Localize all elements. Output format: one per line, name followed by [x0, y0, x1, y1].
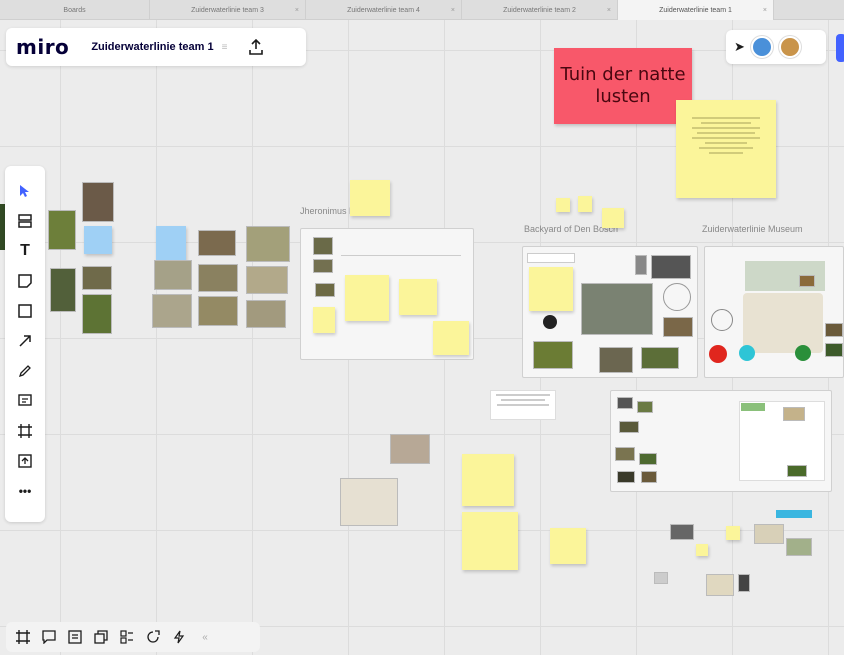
map-thumbnail[interactable]	[340, 478, 398, 526]
image-thumbnail[interactable]	[82, 266, 112, 290]
board-menu-icon[interactable]: ≡	[222, 42, 228, 53]
comments-icon[interactable]	[40, 628, 58, 646]
board-title[interactable]: Zuiderwaterlinie team 1	[91, 41, 213, 53]
image-thumbnail[interactable]	[154, 260, 192, 290]
sticky-note-yellow[interactable]	[556, 198, 570, 212]
image-thumbnail[interactable]	[786, 538, 812, 556]
templates-tool-icon[interactable]	[11, 206, 39, 236]
sticky-note-yellow[interactable]	[578, 196, 592, 212]
sticky-note-blue[interactable]	[156, 226, 186, 262]
sticky-note-tool-icon[interactable]	[11, 266, 39, 296]
more-tools-icon[interactable]: •••	[11, 476, 39, 506]
shape-tool-icon[interactable]	[11, 296, 39, 326]
activity-icon[interactable]	[170, 628, 188, 646]
frame-collage[interactable]	[610, 390, 832, 492]
sticky-note-yellow[interactable]	[602, 208, 624, 228]
avatar[interactable]	[778, 36, 801, 58]
text-block[interactable]	[490, 390, 556, 420]
close-tab-icon[interactable]: ×	[295, 7, 299, 14]
image-thumbnail[interactable]	[198, 230, 236, 256]
board-canvas[interactable]: Tuin der natte lusten Jheronimus Bosch B…	[0, 20, 844, 655]
image-thumbnail[interactable]	[246, 300, 286, 328]
tab-boards[interactable]: Boards	[0, 0, 150, 20]
sticky-note-yellow[interactable]	[350, 180, 390, 216]
colored-bar	[776, 510, 812, 518]
sticky-note-blue[interactable]	[84, 226, 112, 254]
pen-tool-icon[interactable]	[11, 356, 39, 386]
frame-jheronimus-bosch[interactable]	[300, 228, 474, 360]
image-thumbnail[interactable]	[246, 226, 290, 262]
image-thumbnail[interactable]	[198, 296, 238, 326]
collapse-icon[interactable]: «	[196, 628, 214, 646]
tab-team-4[interactable]: Zuiderwaterlinie team 4 ×	[306, 0, 462, 20]
left-toolbar: T •••	[5, 166, 45, 522]
image-thumbnail[interactable]	[706, 574, 734, 596]
comment-tool-icon[interactable]	[11, 386, 39, 416]
select-tool-icon[interactable]	[11, 176, 39, 206]
tab-team-1[interactable]: Zuiderwaterlinie team 1 ×	[618, 0, 774, 20]
connection-line-tool-icon[interactable]	[11, 326, 39, 356]
miro-logo[interactable]: miro	[16, 35, 69, 59]
image-thumbnail[interactable]	[48, 210, 76, 250]
frame-tool-icon[interactable]	[11, 416, 39, 446]
sticky-note-yellow[interactable]	[726, 526, 740, 540]
image-thumbnail[interactable]	[246, 266, 288, 294]
tab-team-2[interactable]: Zuiderwaterlinie team 2 ×	[462, 0, 618, 20]
image-thumbnail[interactable]	[152, 294, 192, 328]
frame-label[interactable]: Zuiderwaterlinie Museum	[702, 224, 803, 234]
browser-tab-bar: Boards Zuiderwaterlinie team 3 × Zuiderwa…	[0, 0, 844, 20]
upload-tool-icon[interactable]	[11, 446, 39, 476]
cursor-arrow-icon[interactable]: ➤	[734, 39, 745, 55]
collaborators-bar: ➤	[726, 30, 826, 64]
frame-backyard-den-bosch[interactable]	[522, 246, 698, 378]
sticky-note-yellow[interactable]	[676, 100, 776, 198]
image-thumbnail[interactable]	[654, 572, 668, 584]
image-thumbnail[interactable]	[754, 524, 784, 544]
sticky-note-title[interactable]: Tuin der natte lusten	[554, 48, 692, 124]
share-screen-icon[interactable]	[144, 628, 162, 646]
frames-icon[interactable]	[14, 628, 32, 646]
image-thumbnail[interactable]	[50, 268, 76, 312]
cards-icon[interactable]	[92, 628, 110, 646]
image-thumbnail[interactable]	[738, 574, 750, 592]
kanban-icon[interactable]	[118, 628, 136, 646]
image-thumbnail[interactable]	[198, 264, 238, 292]
close-tab-icon[interactable]: ×	[763, 7, 767, 14]
sticky-note-yellow[interactable]	[462, 454, 514, 506]
sticky-note-yellow[interactable]	[696, 544, 708, 556]
map-thumbnail[interactable]	[390, 434, 430, 464]
image-thumbnail[interactable]	[670, 524, 694, 540]
sticky-note-yellow[interactable]	[550, 528, 586, 564]
text-tool-icon[interactable]: T	[11, 236, 39, 266]
board-header: miro Zuiderwaterlinie team 1 ≡	[6, 28, 306, 66]
avatar[interactable]	[750, 36, 773, 58]
chat-icon[interactable]	[66, 628, 84, 646]
image-thumbnail[interactable]	[82, 294, 112, 334]
frame-zuiderwaterlinie-museum[interactable]	[704, 246, 844, 378]
close-tab-icon[interactable]: ×	[451, 7, 455, 14]
share-button[interactable]	[836, 34, 844, 62]
image-thumbnail[interactable]	[82, 182, 114, 222]
bottom-toolbar: «	[6, 622, 260, 652]
close-tab-icon[interactable]: ×	[607, 7, 611, 14]
tab-team-3[interactable]: Zuiderwaterlinie team 3 ×	[150, 0, 306, 20]
sticky-note-yellow[interactable]	[462, 512, 518, 570]
upload-icon[interactable]	[247, 38, 265, 56]
